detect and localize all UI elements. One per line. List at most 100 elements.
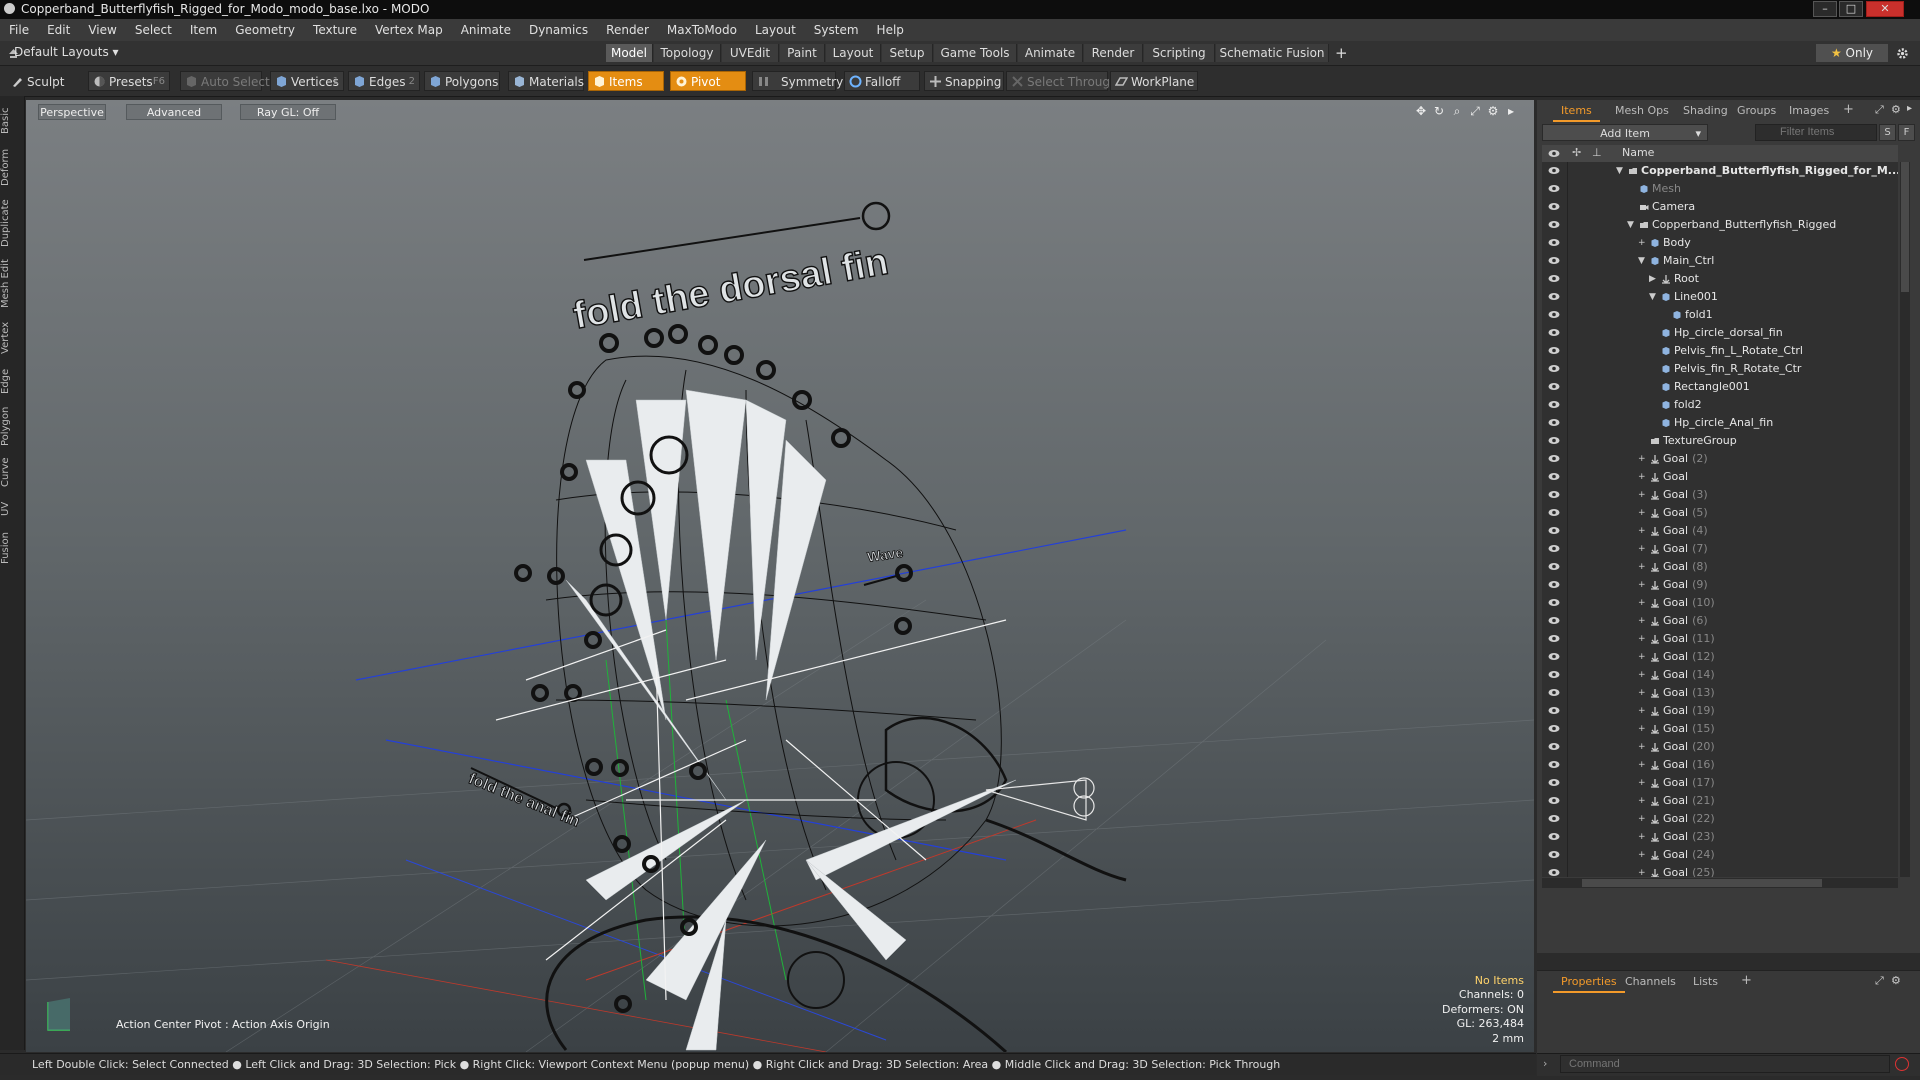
- properties-gear-icon[interactable]: ⚙: [1891, 974, 1901, 987]
- tree-row[interactable]: + Goal (24): [1542, 846, 1898, 864]
- expand-toggle-icon[interactable]: +: [1638, 504, 1646, 522]
- menu-render[interactable]: Render: [597, 23, 658, 37]
- menu-vertex-map[interactable]: Vertex Map: [366, 23, 452, 37]
- eye-visibility-icon[interactable]: [1548, 202, 1560, 211]
- expand-panel-icon[interactable]: ⤢: [1875, 103, 1884, 117]
- layout-tab-uvedit[interactable]: UVEdit: [722, 44, 779, 62]
- eye-visibility-icon[interactable]: [1548, 472, 1560, 481]
- only-button[interactable]: ★ Only: [1816, 44, 1888, 62]
- expand-toggle-icon[interactable]: +: [1638, 630, 1646, 648]
- tree-row[interactable]: + Goal (17): [1542, 774, 1898, 792]
- eye-visibility-icon[interactable]: [1548, 580, 1560, 589]
- tree-row[interactable]: + Goal (6): [1542, 612, 1898, 630]
- expand-toggle-icon[interactable]: ▼: [1649, 288, 1656, 306]
- sculpt-button[interactable]: Sculpt: [6, 71, 86, 91]
- tree-row[interactable]: Pelvis_fin_L_Rotate_Ctrl: [1542, 342, 1898, 360]
- tree-row[interactable]: + Goal (20): [1542, 738, 1898, 756]
- eye-visibility-icon[interactable]: [1548, 418, 1560, 427]
- tree-row[interactable]: fold2: [1542, 396, 1898, 414]
- panel-tab-images[interactable]: Images: [1781, 102, 1837, 120]
- lock-column-icon[interactable]: ✢: [1572, 146, 1581, 159]
- layout-tab-model[interactable]: Model: [606, 44, 653, 62]
- eye-visibility-icon[interactable]: [1548, 706, 1560, 715]
- tree-row[interactable]: fold1: [1542, 306, 1898, 324]
- eye-visibility-icon[interactable]: [1548, 166, 1560, 175]
- eye-visibility-icon[interactable]: [1548, 400, 1560, 409]
- pivot-button[interactable]: Pivot: [670, 71, 746, 91]
- layout-tab-topology[interactable]: Topology: [654, 44, 721, 62]
- panel-menu-icon[interactable]: ▸: [1907, 103, 1912, 114]
- expand-toggle-icon[interactable]: +: [1638, 738, 1646, 756]
- tree-row[interactable]: + Goal (10): [1542, 594, 1898, 612]
- menu-edit[interactable]: Edit: [38, 23, 79, 37]
- menu-item[interactable]: Item: [181, 23, 226, 37]
- eye-visibility-icon[interactable]: [1548, 328, 1560, 337]
- tool-tab-edge[interactable]: Edge: [0, 364, 24, 398]
- eye-visibility-icon[interactable]: [1548, 292, 1560, 301]
- tree-row[interactable]: + Body: [1542, 234, 1898, 252]
- tree-row[interactable]: Mesh: [1542, 180, 1898, 198]
- expand-toggle-icon[interactable]: +: [1638, 540, 1646, 558]
- eye-visibility-icon[interactable]: [1548, 526, 1560, 535]
- expand-toggle-icon[interactable]: ▼: [1627, 216, 1634, 234]
- eye-column-icon[interactable]: [1548, 149, 1560, 158]
- eye-visibility-icon[interactable]: [1548, 868, 1560, 877]
- menu-texture[interactable]: Texture: [304, 23, 366, 37]
- tree-scrollbar-horizontal[interactable]: [1542, 878, 1898, 888]
- tool-tab-fusion[interactable]: Fusion: [0, 528, 24, 568]
- properties-tab-lists[interactable]: Lists: [1685, 973, 1726, 991]
- tool-tab-polygon[interactable]: Polygon: [0, 404, 24, 448]
- tree-row[interactable]: + Goal (16): [1542, 756, 1898, 774]
- layout-tab-animate[interactable]: Animate: [1018, 44, 1083, 62]
- type-column-icon[interactable]: ⊥: [1592, 146, 1602, 159]
- expand-toggle-icon[interactable]: ▶: [1649, 270, 1656, 288]
- symmetry-button[interactable]: Symmetry: [752, 71, 843, 91]
- expand-toggle-icon[interactable]: +: [1638, 810, 1646, 828]
- panel-gear-icon[interactable]: ⚙: [1891, 103, 1901, 116]
- menu-maxtomodo[interactable]: MaxToModo: [658, 23, 746, 37]
- tree-scrollbar-vertical[interactable]: [1900, 162, 1910, 877]
- tree-row[interactable]: + Goal (14): [1542, 666, 1898, 684]
- close-button[interactable]: ✕: [1866, 1, 1904, 17]
- eye-visibility-icon[interactable]: [1548, 436, 1560, 445]
- snapping-button[interactable]: Snapping: [924, 71, 1004, 91]
- filter-items-input[interactable]: [1755, 124, 1877, 141]
- vertices-button[interactable]: Vertices 1: [270, 71, 344, 91]
- tree-row[interactable]: Hp_circle_dorsal_fin: [1542, 324, 1898, 342]
- tree-row[interactable]: + Goal (8): [1542, 558, 1898, 576]
- record-icon[interactable]: [1895, 1057, 1909, 1071]
- f-filter-button[interactable]: F: [1898, 124, 1915, 141]
- menu-select[interactable]: Select: [126, 23, 181, 37]
- menu-layout[interactable]: Layout: [746, 23, 805, 37]
- gear-icon[interactable]: [1896, 47, 1909, 60]
- menu-view[interactable]: View: [79, 23, 125, 37]
- menu-geometry[interactable]: Geometry: [226, 23, 304, 37]
- tool-tab-uv[interactable]: UV: [0, 496, 24, 522]
- eye-visibility-icon[interactable]: [1548, 382, 1560, 391]
- eye-visibility-icon[interactable]: [1548, 850, 1560, 859]
- eye-visibility-icon[interactable]: [1548, 796, 1560, 805]
- expand-toggle-icon[interactable]: +: [1638, 756, 1646, 774]
- layout-tab-schematic-fusion[interactable]: Schematic Fusion: [1216, 44, 1329, 62]
- expand-toggle-icon[interactable]: +: [1638, 828, 1646, 846]
- eye-visibility-icon[interactable]: [1548, 346, 1560, 355]
- eye-visibility-icon[interactable]: [1548, 742, 1560, 751]
- tree-row[interactable]: + Goal (15): [1542, 720, 1898, 738]
- tool-tab-mesh-edit[interactable]: Mesh Edit: [0, 256, 24, 312]
- eye-visibility-icon[interactable]: [1548, 562, 1560, 571]
- tree-row[interactable]: + Goal: [1542, 468, 1898, 486]
- eye-visibility-icon[interactable]: [1548, 508, 1560, 517]
- expand-toggle-icon[interactable]: +: [1638, 846, 1646, 864]
- add-panel-tab-button[interactable]: +: [1843, 102, 1854, 117]
- auto-select-button[interactable]: Auto Select: [180, 71, 270, 91]
- items-button[interactable]: Items: [588, 71, 664, 91]
- tree-row[interactable]: + Goal (25): [1542, 864, 1898, 877]
- tree-row[interactable]: + Goal (12): [1542, 648, 1898, 666]
- add-properties-tab-button[interactable]: +: [1741, 973, 1752, 988]
- tree-row[interactable]: + Goal (23): [1542, 828, 1898, 846]
- eye-visibility-icon[interactable]: [1548, 364, 1560, 373]
- tree-row[interactable]: Hp_circle_Anal_fin: [1542, 414, 1898, 432]
- eye-visibility-icon[interactable]: [1548, 616, 1560, 625]
- layout-tab-render[interactable]: Render: [1084, 44, 1143, 62]
- tree-row[interactable]: Camera: [1542, 198, 1898, 216]
